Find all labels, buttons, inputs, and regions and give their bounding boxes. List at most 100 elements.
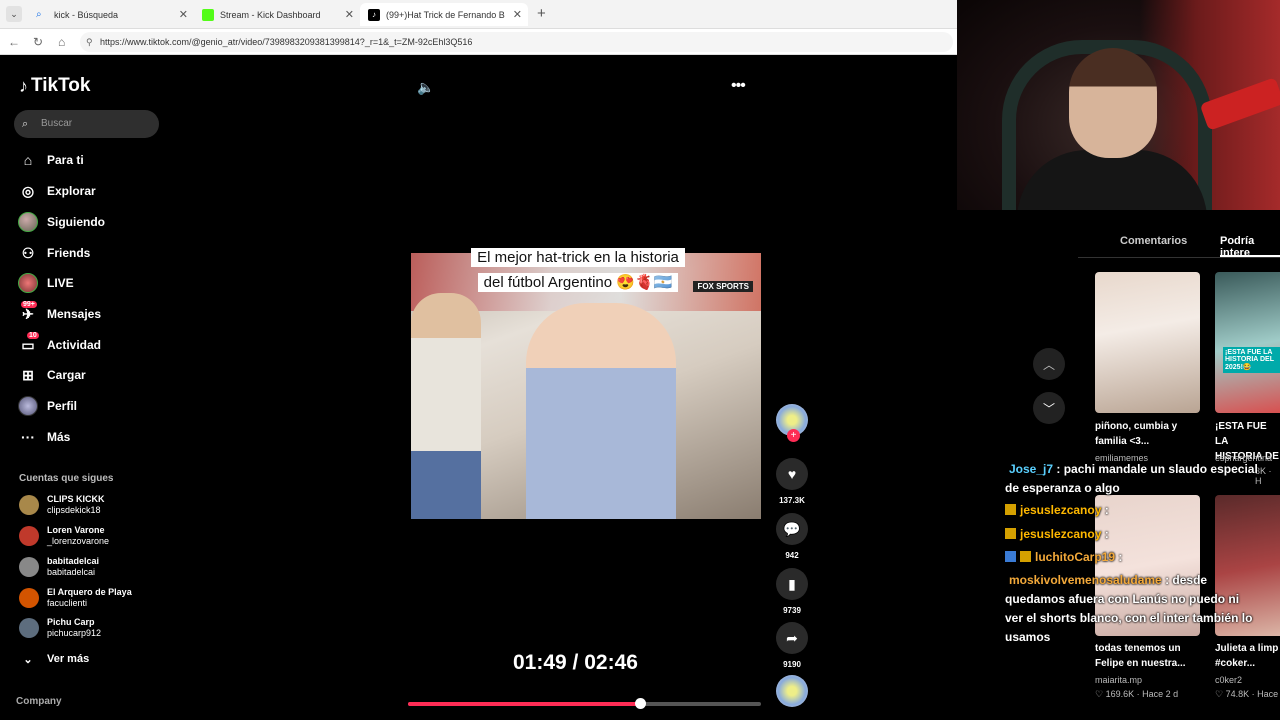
chat-username: Jose_j7 xyxy=(1009,462,1054,476)
chevron-up-icon[interactable]: ︿ xyxy=(1033,348,1065,380)
chat-username: luchitoCarp19 xyxy=(1035,550,1116,564)
company-link[interactable]: Company xyxy=(16,696,62,707)
sidebar-item-actividad[interactable]: ▭ 10 Actividad xyxy=(17,332,101,357)
tab-divider xyxy=(1078,257,1280,258)
thumb-overlay-text: ¡ESTA FUE LA HISTORIA DEL 2025!😂 xyxy=(1223,347,1280,373)
webcam-overlay xyxy=(957,0,1280,210)
sidebar-item-cargar[interactable]: ⊞ Cargar xyxy=(17,363,86,387)
comment-button[interactable]: 💬 942 xyxy=(773,513,811,560)
account-name: El Arquero de Playa xyxy=(47,587,132,597)
tab-tiktok-video[interactable]: ♪ (99+)Hat Trick de Fernando B ✕ xyxy=(360,3,528,26)
tab-list-chevron-icon[interactable]: ⌄ xyxy=(6,6,22,22)
account-handle: clipsdekick18 xyxy=(47,505,101,515)
url-text: https://www.tiktok.com/@genio_atr/video/… xyxy=(100,37,473,47)
suggested-video-user[interactable]: c0ker2 xyxy=(1215,675,1242,685)
following-item[interactable]: Pichu Carp pichucarp912 xyxy=(19,614,101,642)
following-item[interactable]: Loren Varone _lorenzovarone xyxy=(19,522,109,550)
avatar: + xyxy=(776,404,808,442)
suggested-video-thumb[interactable] xyxy=(1095,272,1200,413)
close-icon[interactable]: ✕ xyxy=(179,8,188,21)
sidebar-item-friends[interactable]: ⚇ Friends xyxy=(17,241,91,265)
chat-username: jesuslezcanoy xyxy=(1020,503,1102,517)
sidebar-item-mas[interactable]: ··· Más xyxy=(17,425,70,449)
sidebar-item-label: LIVE xyxy=(47,276,74,290)
friends-icon: ⚇ xyxy=(21,244,35,261)
bookmark-icon: ▮ xyxy=(776,568,808,600)
avatar xyxy=(19,618,39,638)
progress-knob[interactable] xyxy=(634,698,646,709)
following-item[interactable]: El Arquero de Playa facuclienti xyxy=(19,584,132,612)
sidebar-item-label: Más xyxy=(47,430,71,444)
share-button[interactable]: ➦ 9190 xyxy=(773,622,811,669)
suggested-video-title[interactable]: piñono, cumbia y familia <3... xyxy=(1095,419,1177,449)
sidebar-item-label: Friends xyxy=(47,246,91,260)
account-handle: facuclienti xyxy=(47,598,88,608)
following-item[interactable]: CLIPS KICKK clipsdekick18 xyxy=(19,491,105,519)
live-avatar-icon xyxy=(17,272,39,294)
follow-plus-icon[interactable]: + xyxy=(787,429,800,442)
avatar xyxy=(19,495,39,515)
badge-icon xyxy=(1020,551,1031,562)
video-progress-bar[interactable] xyxy=(408,698,761,709)
chat-text: : xyxy=(1104,503,1109,517)
close-icon[interactable]: ✕ xyxy=(345,8,354,21)
sidebar-item-live[interactable]: LIVE xyxy=(17,271,74,295)
music-disc[interactable] xyxy=(773,675,811,707)
tab-title: Stream - Kick Dashboard xyxy=(220,9,321,20)
comment-count: 942 xyxy=(785,551,799,560)
save-button[interactable]: ▮ 9739 xyxy=(773,568,811,615)
home-icon[interactable]: ⌂ xyxy=(58,35,65,49)
activity-icon: ▭ 10 xyxy=(21,332,39,353)
new-tab-plus-icon[interactable]: + xyxy=(537,5,546,22)
sidebar-item-perfil[interactable]: Perfil xyxy=(17,394,77,418)
account-handle: _lorenzovarone xyxy=(47,536,110,546)
suggested-video-thumb[interactable]: ¡ESTA FUE LA HISTORIA DEL 2025!😂 xyxy=(1215,272,1280,413)
site-info-icon[interactable]: ⚲ xyxy=(86,32,93,52)
tab-kick-dashboard[interactable]: Stream - Kick Dashboard ✕ xyxy=(194,3,360,26)
chat-text: de esperanza o algo xyxy=(1005,481,1120,495)
sidebar-item-para-ti[interactable]: ⌂ Para ti xyxy=(17,148,84,172)
suggested-video-user[interactable]: maiarita.mp xyxy=(1095,675,1142,685)
back-arrow-icon[interactable]: ← xyxy=(8,35,20,49)
video-person xyxy=(526,303,676,519)
close-icon[interactable]: ✕ xyxy=(513,8,522,21)
sidebar-item-explorar[interactable]: ◎ Explorar xyxy=(17,179,96,203)
like-button[interactable]: ♥ 137.3K xyxy=(773,458,811,505)
video-timestamp: 01:49 / 02:46 xyxy=(513,651,638,674)
search-input[interactable]: ⌕ Buscar xyxy=(14,110,159,138)
sidebar-item-siguiendo[interactable]: Siguiendo xyxy=(17,210,105,234)
webcam-person-head xyxy=(1069,48,1157,158)
reload-icon[interactable]: ↻ xyxy=(33,35,43,49)
account-handle: babitadelcai xyxy=(47,567,96,577)
search-icon: ⌕ xyxy=(22,118,29,130)
chat-text: : xyxy=(1104,527,1109,541)
chat-message: moskivolvemenosaludame : desde quedamos … xyxy=(1005,571,1252,647)
heart-icon: ♥ xyxy=(776,458,808,490)
chat-text: : pachi mandale un slaudo especial xyxy=(1056,462,1258,476)
chat-text: ver el shorts blanco, con el inter tambi… xyxy=(1005,611,1253,625)
tab-comments[interactable]: Comentarios xyxy=(1120,235,1187,247)
upload-plus-icon: ⊞ xyxy=(22,366,34,383)
logo-text: TikTok xyxy=(31,75,91,96)
music-disc-icon xyxy=(776,675,808,707)
see-more-button[interactable]: ⌄ Ver más xyxy=(17,647,89,671)
tab-kick-search[interactable]: ⌕ kick - Búsqueda ✕ xyxy=(28,3,194,26)
account-name: CLIPS KICKK xyxy=(47,494,105,504)
compass-icon: ◎ xyxy=(21,182,35,199)
search-icon: ⌕ xyxy=(36,8,42,20)
url-field[interactable]: ⚲ https://www.tiktok.com/@genio_atr/vide… xyxy=(80,32,953,52)
chat-message: Jose_j7 : pachi mandale un slaudo especi… xyxy=(1005,460,1258,498)
tiktok-icon: ♪ xyxy=(368,8,380,21)
more-dots-icon[interactable]: ••• xyxy=(731,77,746,95)
share-count: 9190 xyxy=(783,660,801,669)
tiktok-logo[interactable]: ♪ TikTok xyxy=(19,75,90,97)
chat-text: usamos xyxy=(1005,630,1051,644)
sidebar-item-mensajes[interactable]: ✈ 99+ Mensajes xyxy=(17,301,101,326)
creator-avatar[interactable]: + xyxy=(773,404,811,442)
like-count: 137.3K xyxy=(779,496,805,505)
volume-icon[interactable]: 🔈 xyxy=(417,79,434,96)
sidebar-item-label: Siguiendo xyxy=(47,215,105,229)
chevron-down-icon[interactable]: ﹀ xyxy=(1033,392,1065,424)
tiktok-note-icon: ♪ xyxy=(19,75,28,96)
following-item[interactable]: babitadelcai babitadelcai xyxy=(19,553,99,581)
